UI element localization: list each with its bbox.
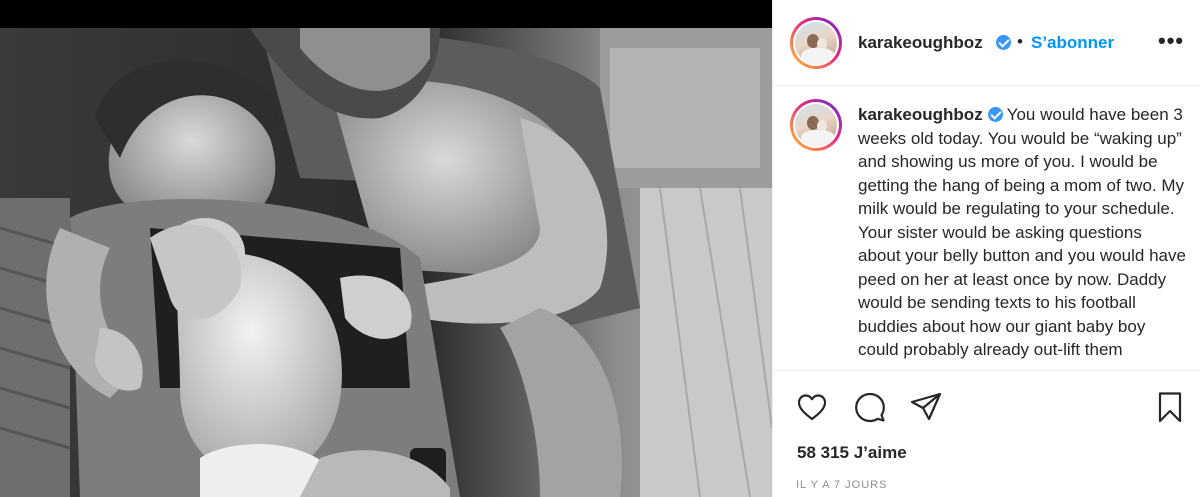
post-side-panel: karakeoughboz • S’abonner ••• karakeough… (772, 0, 1200, 497)
paper-plane-icon (910, 392, 942, 421)
heart-icon (797, 394, 827, 421)
separator-dot: • (1017, 32, 1023, 51)
comment-button[interactable] (853, 390, 887, 424)
caption-username[interactable]: karakeoughboz (858, 105, 983, 124)
post-photo[interactable] (0, 0, 772, 497)
like-button[interactable] (795, 390, 829, 424)
save-button[interactable] (1153, 390, 1187, 424)
post-caption: karakeoughboz You would have been 3 weeks… (858, 103, 1188, 362)
post-timestamp[interactable]: IL Y A 7 JOURS (796, 479, 887, 491)
caption-author-avatar[interactable] (790, 99, 842, 151)
comment-icon (855, 392, 885, 423)
bookmark-icon (1158, 392, 1182, 423)
comments-section[interactable]: karakeoughboz You would have been 3 weeks… (773, 87, 1200, 370)
post-actions-bar (773, 390, 1200, 430)
caption-verified-badge-icon (987, 107, 1003, 122)
verified-badge-icon (996, 35, 1011, 50)
more-horizontal-icon[interactable]: ••• (1158, 28, 1184, 54)
post-header: karakeoughboz • S’abonner ••• (773, 0, 1200, 86)
caption-text: You would have been 3 weeks old today. Y… (858, 105, 1186, 359)
follow-button[interactable]: S’abonner (1031, 33, 1114, 53)
share-button[interactable] (909, 390, 943, 424)
photo-scene (0, 28, 772, 497)
divider (773, 370, 1200, 371)
likes-count[interactable]: 58 315 J’aime (797, 443, 907, 463)
author-username[interactable]: karakeoughboz (858, 33, 983, 53)
author-avatar[interactable] (790, 17, 842, 69)
